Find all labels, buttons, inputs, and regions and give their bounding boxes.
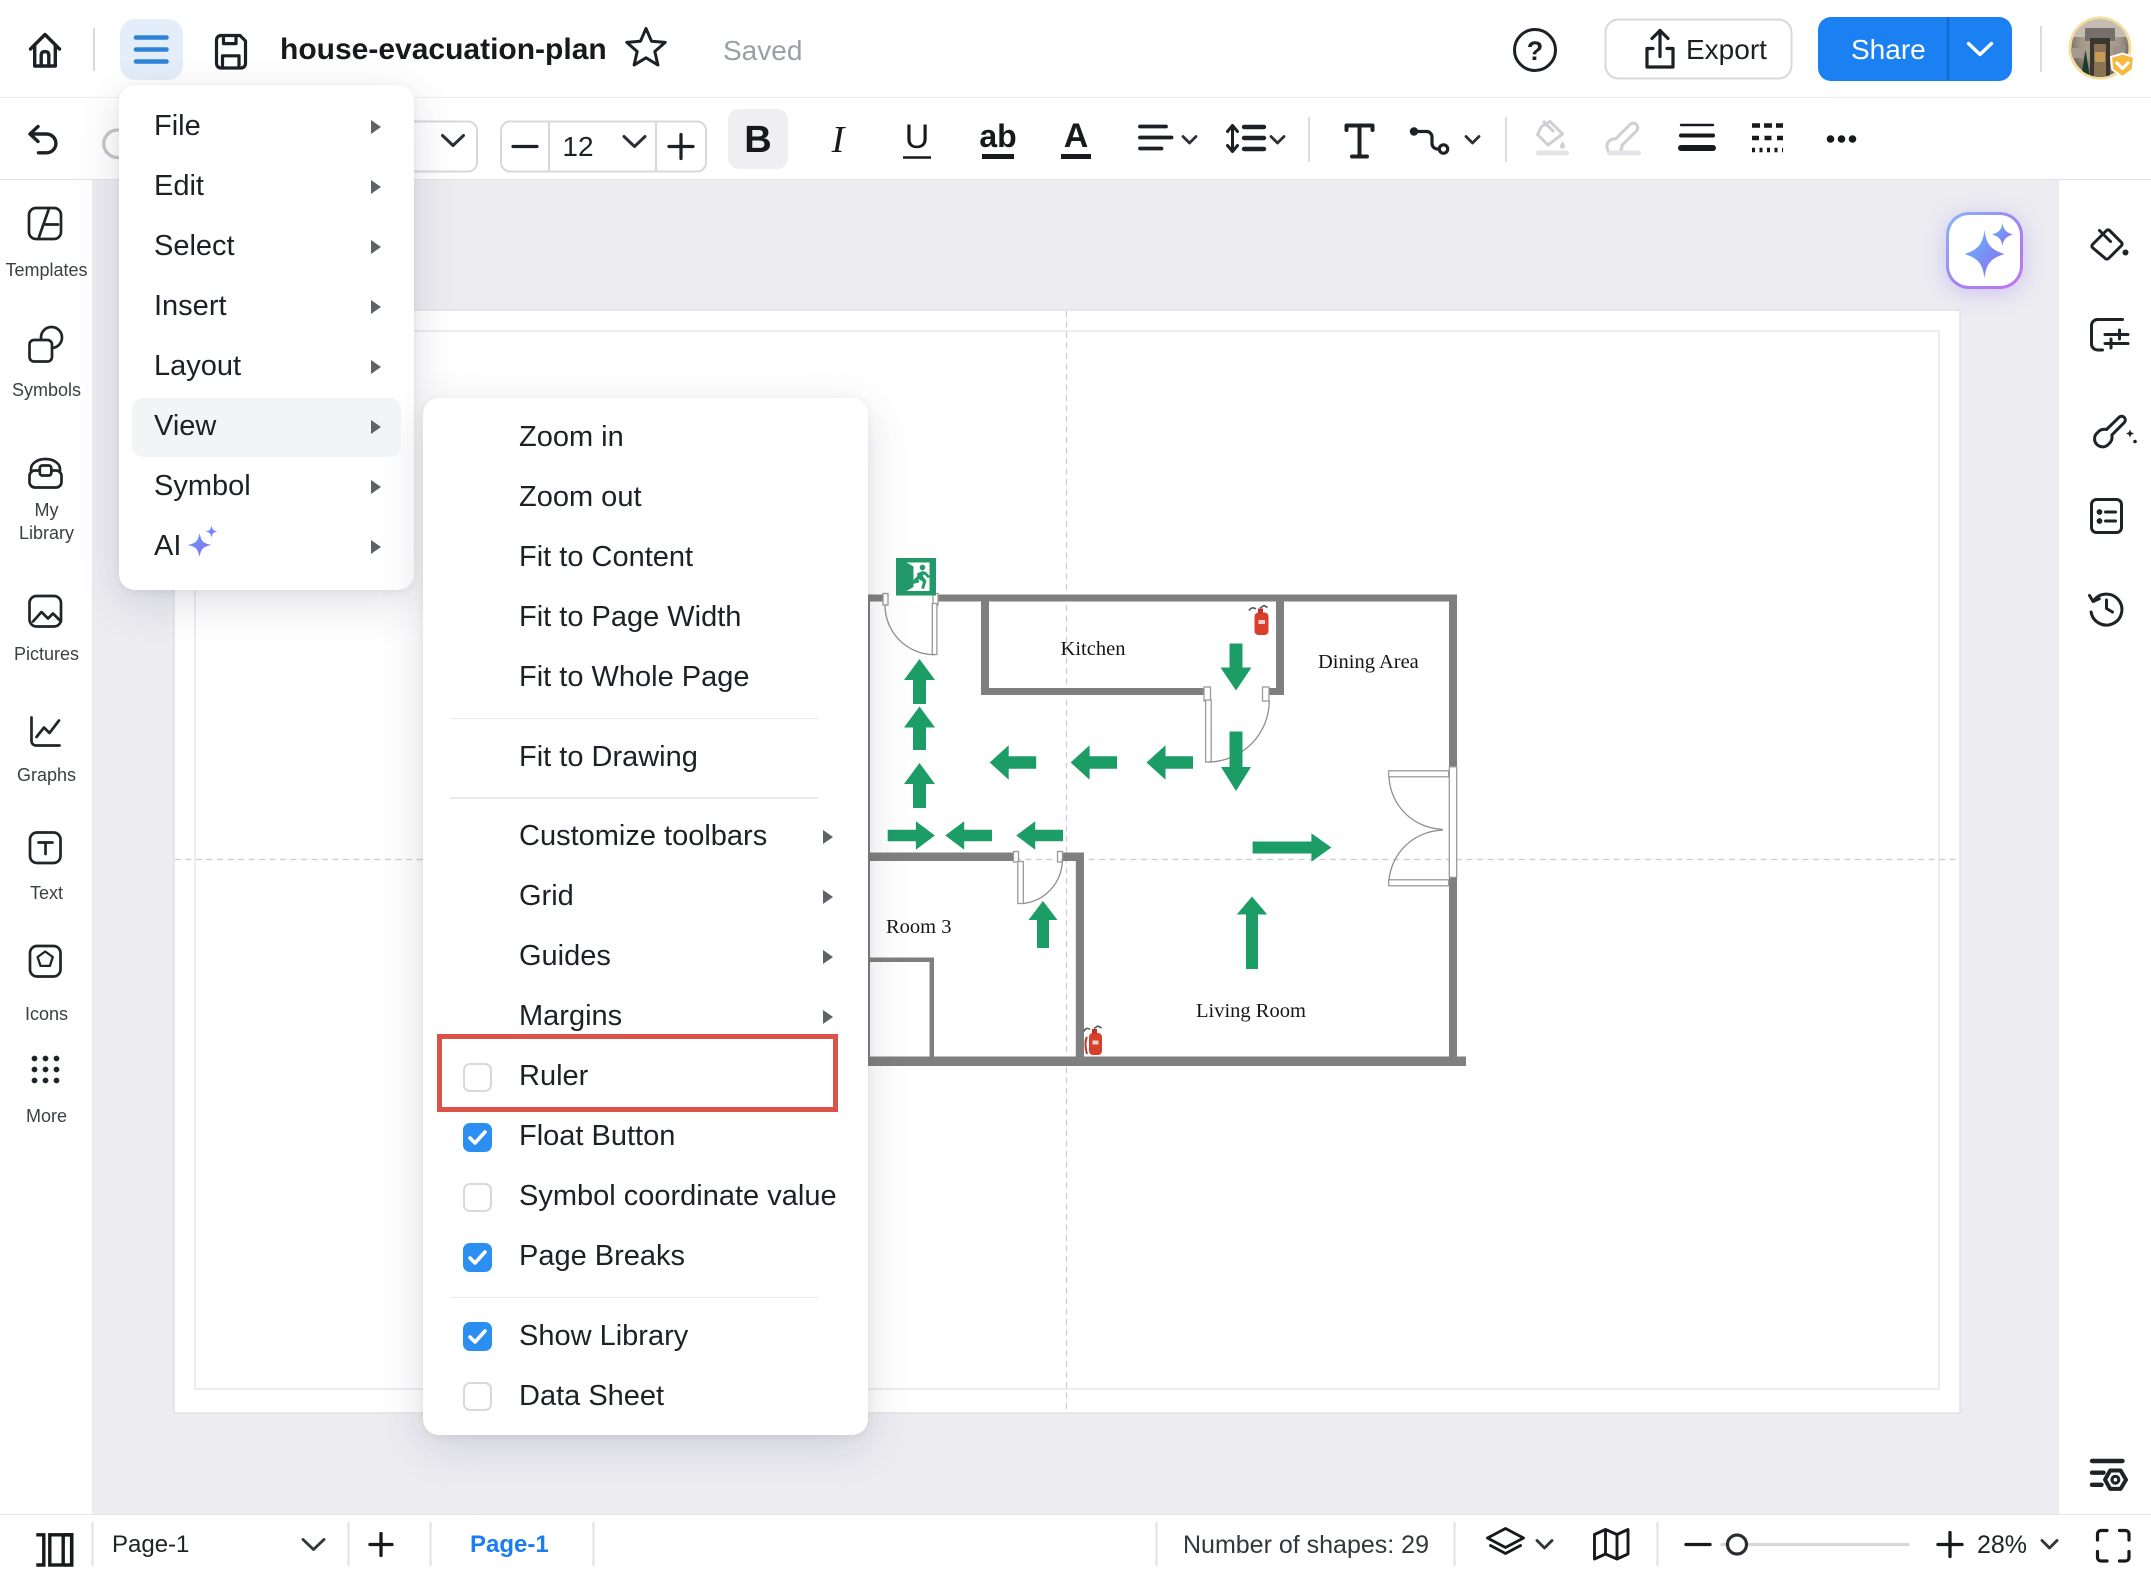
svg-text:U: U (905, 118, 930, 156)
svg-text:A: A (1064, 117, 1089, 155)
svg-text:?: ? (1527, 36, 1544, 66)
svg-text:ab: ab (979, 118, 1016, 154)
svg-text:Dining Area: Dining Area (1318, 651, 1419, 673)
svg-text:Kitchen: Kitchen (1061, 638, 1126, 660)
svg-text:12: 12 (562, 131, 593, 162)
svg-text:Living Room: Living Room (1196, 1000, 1306, 1022)
svg-text:B: B (744, 119, 771, 161)
svg-text:Room 3: Room 3 (886, 916, 952, 938)
svg-text:I: I (831, 119, 847, 161)
